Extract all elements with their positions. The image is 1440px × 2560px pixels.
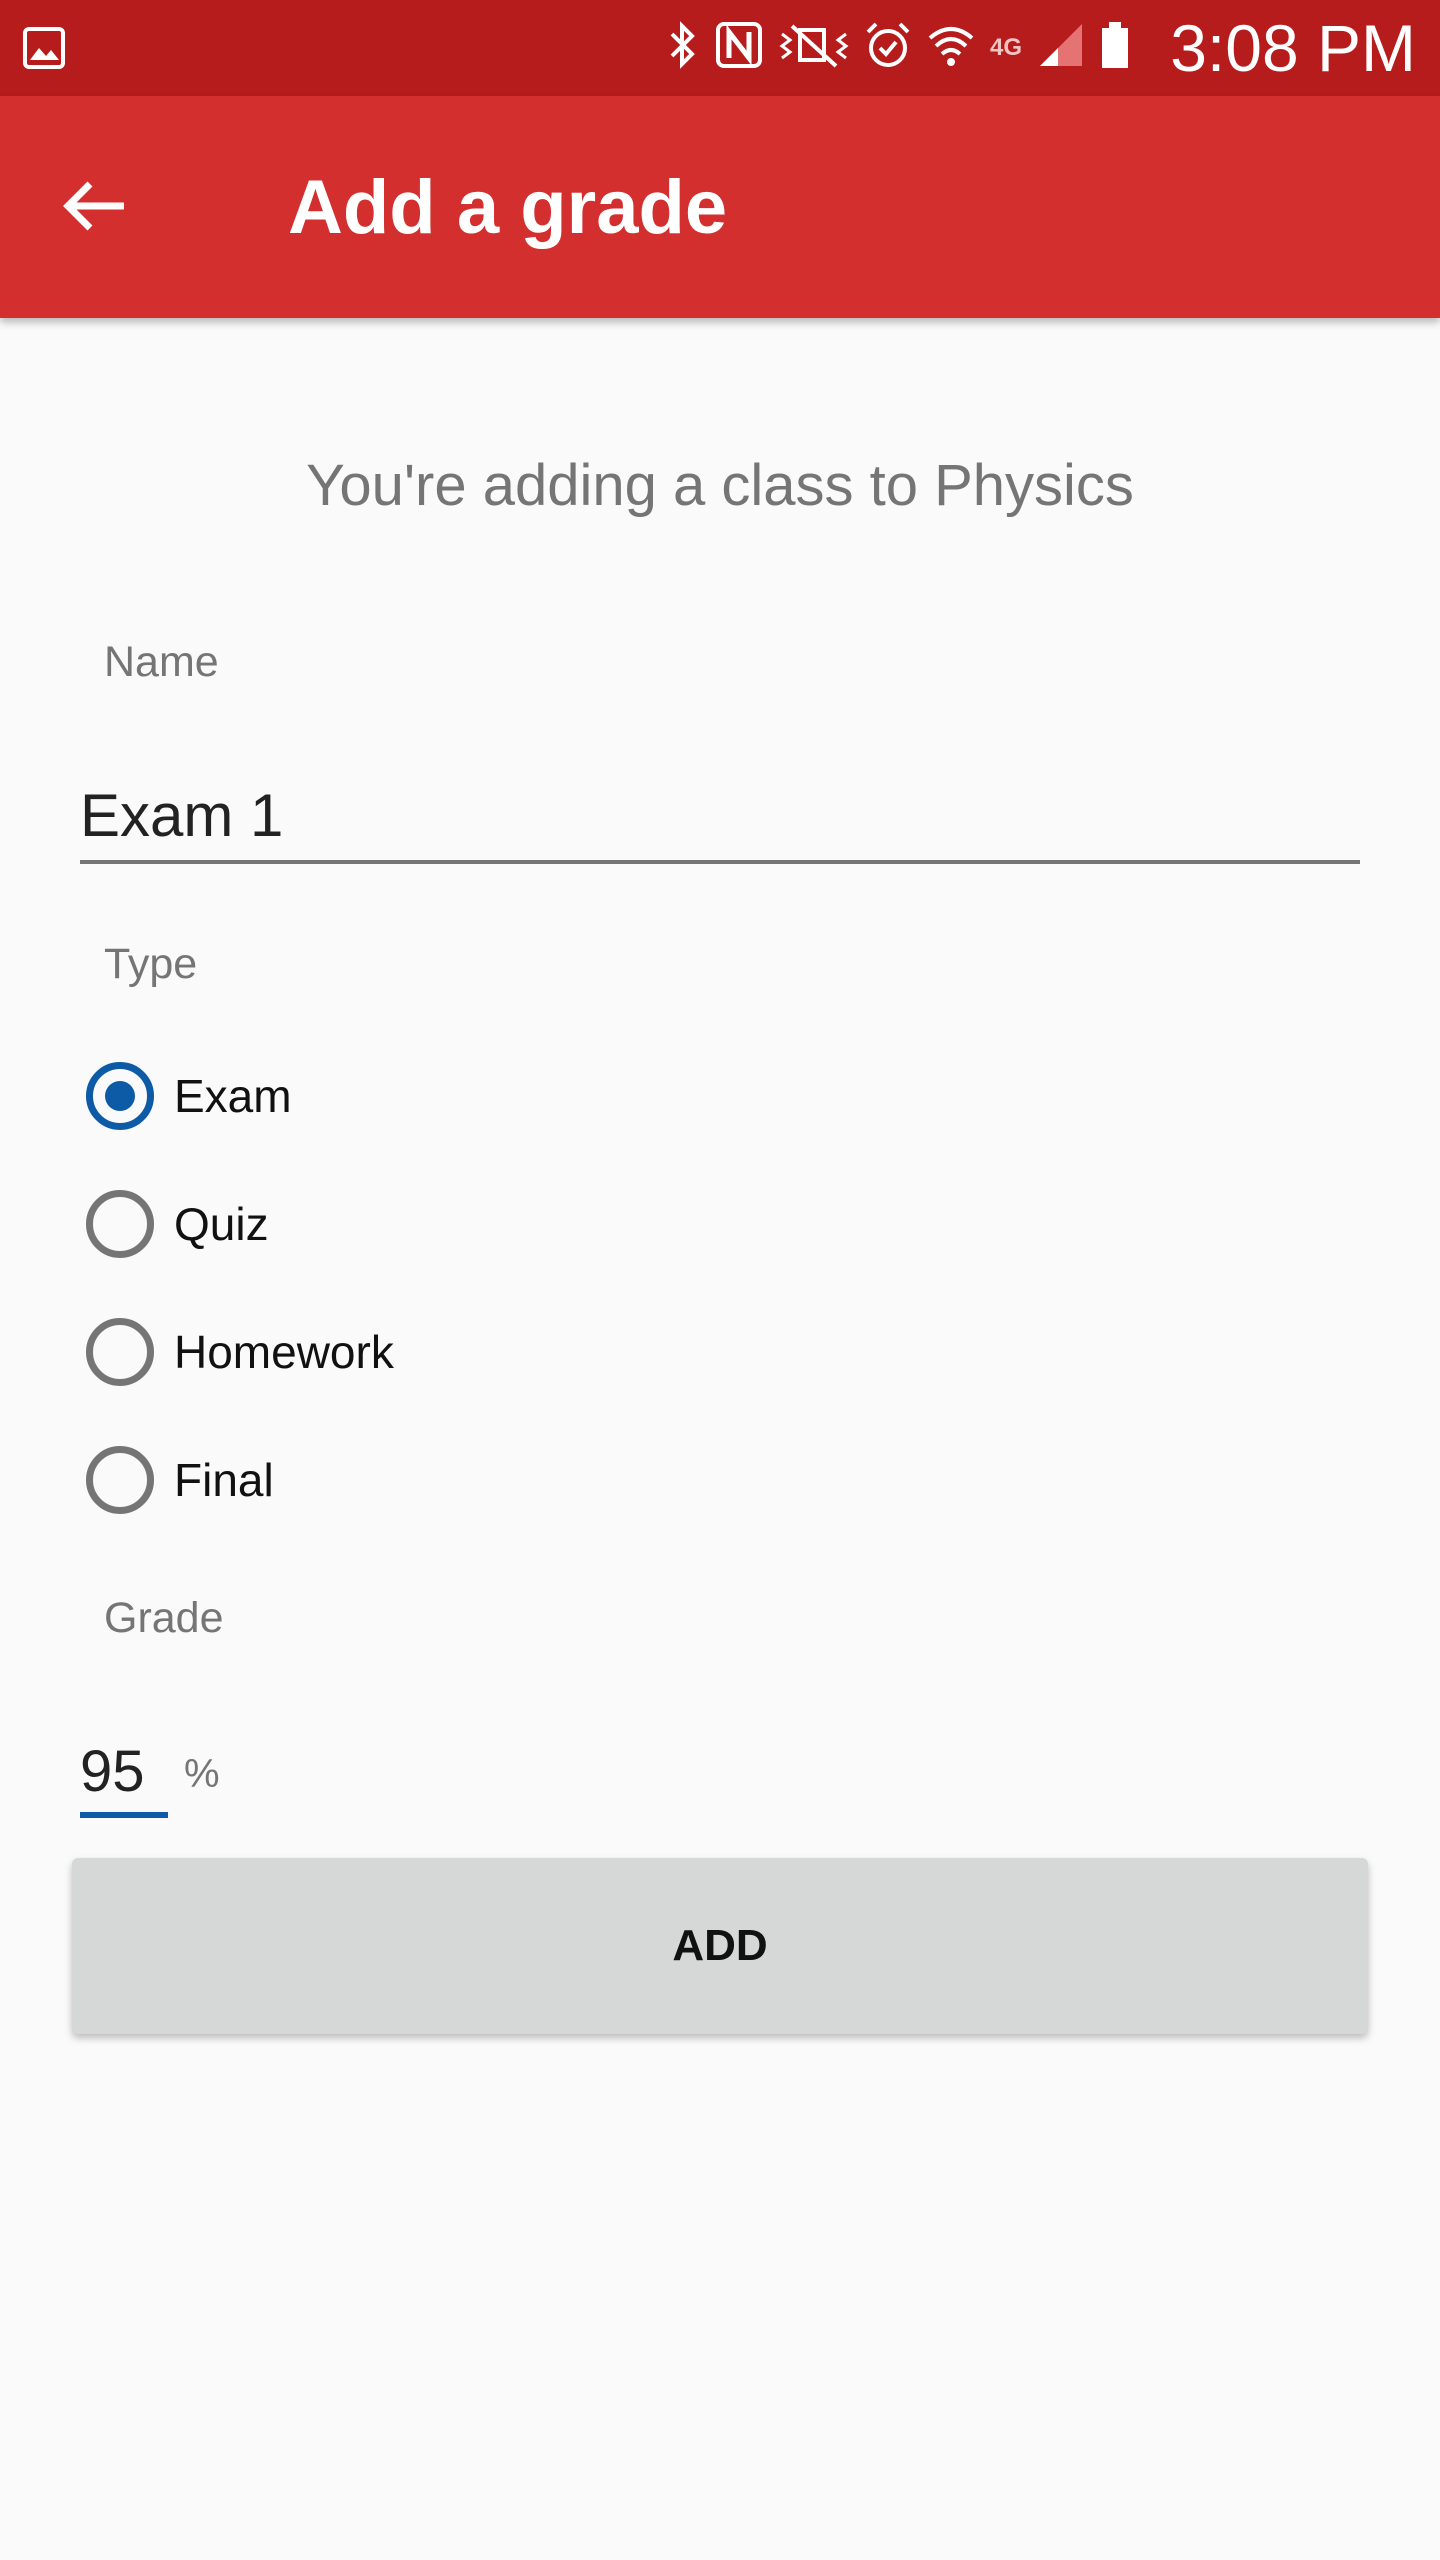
name-input[interactable] [80, 770, 1360, 864]
grade-unit: % [184, 1752, 220, 1796]
status-time: 3:08 PM [1170, 11, 1416, 85]
type-label: Type [104, 940, 198, 988]
status-bar: 4G 3:08 PM [0, 0, 1440, 96]
signal-icon [1036, 20, 1086, 75]
alarm-icon [864, 20, 912, 75]
back-arrow-icon[interactable] [60, 176, 130, 241]
radio-checked-icon[interactable] [86, 1062, 154, 1130]
radio-final[interactable]: Final [86, 1446, 274, 1514]
nfc-icon [714, 20, 764, 75]
add-button[interactable]: ADD [72, 1858, 1368, 2034]
radio-label: Final [174, 1454, 274, 1506]
wifi-icon [926, 20, 976, 75]
radio-label: Quiz [174, 1198, 269, 1250]
radio-label: Homework [174, 1326, 394, 1378]
network-type: 4G [989, 33, 1022, 61]
battery-icon [1100, 20, 1130, 75]
radio-exam[interactable]: Exam [86, 1062, 292, 1130]
grade-label: Grade [104, 1594, 224, 1642]
mute-icon [778, 20, 850, 75]
radio-quiz[interactable]: Quiz [86, 1190, 269, 1258]
app-bar: Add a grade [0, 96, 1440, 318]
status-icons: 4G [666, 20, 1130, 75]
radio-homework[interactable]: Homework [86, 1318, 394, 1386]
bluetooth-icon [666, 20, 700, 75]
page-subtitle: You're adding a class to Physics [306, 453, 1134, 518]
radio-unchecked-icon[interactable] [86, 1446, 154, 1514]
radio-unchecked-icon[interactable] [86, 1318, 154, 1386]
name-label: Name [104, 638, 219, 686]
page-title: Add a grade [288, 165, 728, 250]
grade-input[interactable] [80, 1730, 168, 1818]
radio-label: Exam [174, 1070, 292, 1122]
gallery-icon [22, 26, 66, 75]
radio-unchecked-icon[interactable] [86, 1190, 154, 1258]
